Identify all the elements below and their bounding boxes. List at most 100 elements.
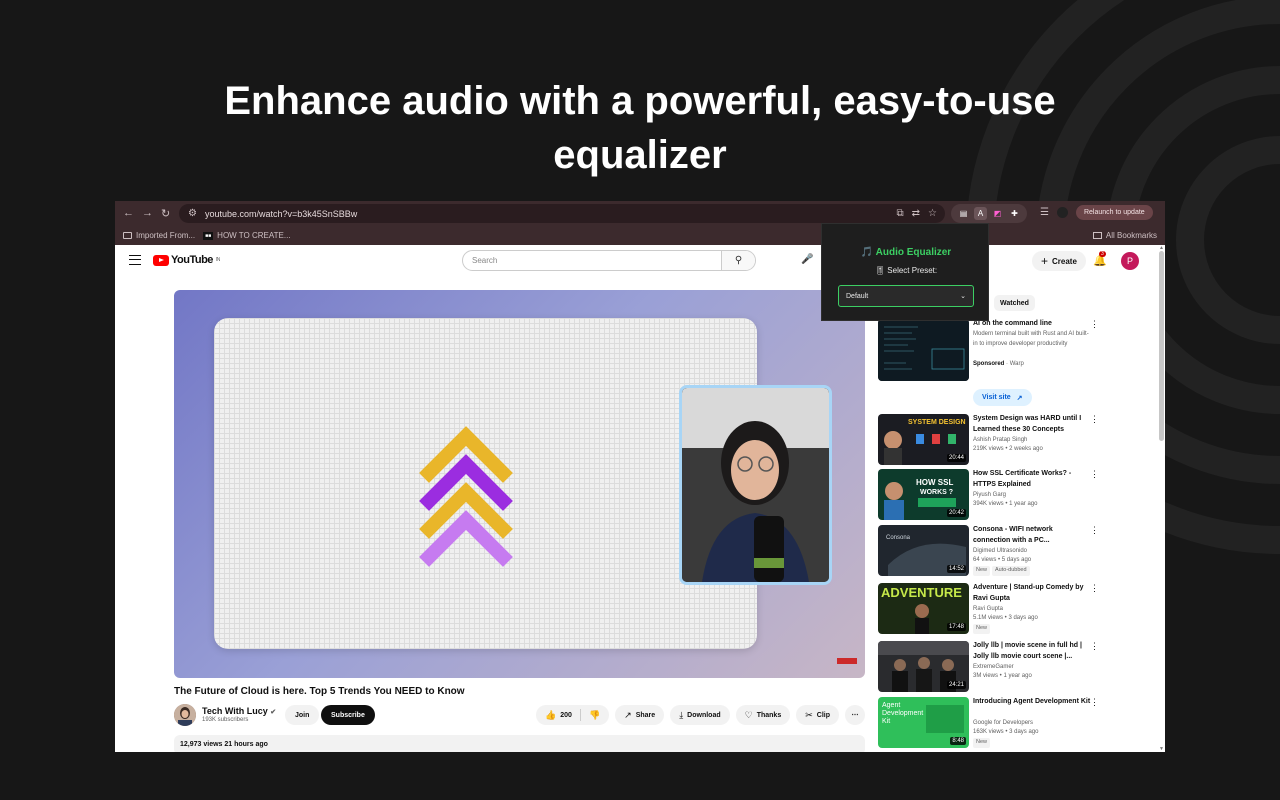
subscribe-watermark[interactable] <box>837 658 857 664</box>
svg-text:HOW SSL: HOW SSL <box>916 478 953 487</box>
reload-icon[interactable]: ↻ <box>161 207 170 220</box>
create-button[interactable]: + Create <box>1032 251 1086 271</box>
site-settings-icon[interactable]: ⚙ <box>188 208 197 219</box>
thumbnail[interactable]: SYSTEM DESIGN 20:44 <box>878 414 969 465</box>
kebab-menu-icon[interactable]: ⋮ <box>1161 207 1165 218</box>
puzzle-icon[interactable]: ✚ <box>1008 207 1021 220</box>
bookmark-item[interactable]: Imported From... <box>123 231 195 240</box>
more-options-icon[interactable]: ⋮ <box>1090 319 1099 330</box>
auto-dubbed-tag: Auto-dubbed <box>992 566 1030 576</box>
rec-title[interactable]: How SSL Certificate Works? - HTTPS Expla… <box>973 469 1091 490</box>
svg-text:Kit: Kit <box>882 718 890 725</box>
subscriber-count: 193K subscribers <box>202 717 249 723</box>
all-bookmarks[interactable]: All Bookmarks <box>1092 231 1157 240</box>
svg-text:SYSTEM DESIGN: SYSTEM DESIGN <box>908 419 966 426</box>
duration-badge: 14:52 <box>946 565 966 573</box>
more-options-icon[interactable]: ⋮ <box>1090 525 1099 536</box>
bookmark-star-icon[interactable]: ☆ <box>928 208 937 219</box>
page-scrollbar[interactable] <box>1159 251 1164 441</box>
scroll-down-arrow-icon[interactable]: ▼ <box>1159 746 1164 752</box>
preset-select[interactable]: Default ⌄ <box>838 285 974 307</box>
more-options-icon[interactable]: ⋮ <box>1090 469 1099 480</box>
rec-title[interactable]: Adventure | Stand-up Comedy by Ravi Gupt… <box>973 583 1091 604</box>
recommendation-item[interactable]: ADVENTURE 17:48 Adventure | Stand-up Com… <box>878 583 1099 635</box>
recommendation-item[interactable]: Agent Development Kit 8:48 Introducing Age… <box>878 697 1099 749</box>
verified-icon: ✔ <box>270 709 277 716</box>
video-slide-board <box>214 318 757 649</box>
description-box[interactable]: 12,973 views 21 hours ago <box>174 735 865 752</box>
profile-icon[interactable] <box>1056 207 1068 218</box>
clip-button[interactable]: ✂ Clip <box>796 705 839 725</box>
recommendation-item[interactable]: Consona 14:52 Consona - WIFI network con… <box>878 525 1099 577</box>
rec-title[interactable]: Introducing Agent Development Kit <box>973 697 1091 708</box>
channel-name[interactable]: Tech With Lucy ✔ <box>202 706 276 716</box>
notification-badge: 3 <box>1099 251 1106 257</box>
rec-title[interactable]: AI on the command line <box>973 319 1091 330</box>
back-icon[interactable]: ← <box>123 207 134 220</box>
bookmark-label: Imported From... <box>136 231 196 240</box>
cast-icon[interactable]: ⧉ <box>897 208 904 219</box>
join-button[interactable]: Join <box>285 705 320 725</box>
more-options-icon[interactable]: ⋮ <box>1090 697 1099 708</box>
search-input[interactable]: Search <box>463 256 721 265</box>
svg-text:WORKS ?: WORKS ? <box>920 489 953 496</box>
recommendation-item[interactable]: 24:21 Jolly llb | movie scene in full hd… <box>878 641 1099 693</box>
thumbs-down-icon[interactable]: 👎 <box>589 710 600 721</box>
forward-icon[interactable]: → <box>142 207 153 220</box>
rec-stats: 3M views • 1 year ago <box>973 673 1032 679</box>
rec-title[interactable]: Consona - WIFI network connection with a… <box>973 525 1091 546</box>
hamburger-menu-icon[interactable] <box>129 255 141 265</box>
thumbnail[interactable] <box>878 319 969 381</box>
recommendation-item[interactable]: SYSTEM DESIGN 20:44 System Design was HA… <box>878 414 1099 466</box>
scissors-icon: ✂ <box>805 709 813 720</box>
more-options-icon[interactable]: ⋮ <box>1090 414 1099 425</box>
translate-icon[interactable]: ⇄ <box>912 208 920 219</box>
channel-avatar[interactable] <box>174 704 196 726</box>
plus-icon: + <box>1041 254 1049 268</box>
notifications-bell-icon[interactable]: 🔔 3 <box>1093 251 1107 267</box>
search-box[interactable]: Search ⚲ <box>462 250 756 271</box>
search-icon: ⚲ <box>734 255 743 266</box>
account-avatar[interactable]: P <box>1121 252 1139 270</box>
headline-line-1: Enhance audio with a powerful, easy-to-u… <box>224 79 1056 123</box>
video-player[interactable] <box>174 290 865 678</box>
more-options-icon[interactable]: ⋮ <box>1090 641 1099 652</box>
thumbnail[interactable]: HOW SSL WORKS ? 20:42 <box>878 469 969 520</box>
sponsored-label: Sponsored <box>973 361 1005 367</box>
watched-chip[interactable]: Watched <box>994 295 1035 311</box>
sponsored-item[interactable]: AI on the command line Modern terminal b… <box>878 319 1099 414</box>
search-button[interactable]: ⚲ <box>721 251 755 270</box>
duration-badge: 17:48 <box>946 623 966 631</box>
tab-search-icon[interactable]: ☰ <box>1040 207 1049 218</box>
rec-title[interactable]: Jolly llb | movie scene in full hd | Jol… <box>973 641 1091 662</box>
like-dislike-button[interactable]: 👍 200 👎 <box>536 705 610 725</box>
thumbnail[interactable]: 24:21 <box>878 641 969 692</box>
equalizer-extension-icon[interactable]: A <box>974 207 987 220</box>
rec-title[interactable]: System Design was HARD until I Learned t… <box>973 414 1091 435</box>
youtube-logo[interactable]: YouTube IN <box>153 254 220 266</box>
browser-toolbar: ← → ↻ ⚙ youtube.com/watch?v=b3k45SnSBBw … <box>115 201 1165 226</box>
address-bar[interactable]: ⚙ youtube.com/watch?v=b3k45SnSBBw ⧉ ⇄ ☆ <box>179 204 945 223</box>
visit-site-button[interactable]: Visit site ↗ <box>973 389 1032 406</box>
microphone-icon[interactable]: 🎤 <box>801 254 813 265</box>
extension-icon[interactable]: ▤ <box>957 207 970 220</box>
duration-badge: 24:21 <box>946 681 966 689</box>
extension-icon[interactable]: ◩ <box>991 207 1004 220</box>
svg-text:ADVENTURE: ADVENTURE <box>881 585 962 600</box>
download-button[interactable]: ⤓ Download <box>670 705 730 725</box>
thumbnail[interactable]: Consona 14:52 <box>878 525 969 576</box>
more-options-icon[interactable]: ⋮ <box>1090 583 1099 594</box>
duration-badge: 20:44 <box>946 454 966 462</box>
thumbnail[interactable]: ADVENTURE 17:48 <box>878 583 969 634</box>
url-text[interactable]: youtube.com/watch?v=b3k45SnSBBw <box>205 209 357 219</box>
thumbs-up-icon[interactable]: 👍 <box>545 710 556 721</box>
thumbnail[interactable]: Agent Development Kit 8:48 <box>878 697 969 748</box>
more-actions-button[interactable]: ⋯ <box>845 705 865 725</box>
thanks-button[interactable]: ♡ Thanks <box>735 705 791 725</box>
bookmark-item[interactable]: ■■ HOW TO CREATE... <box>203 231 291 240</box>
subscribe-button[interactable]: Subscribe <box>321 705 375 725</box>
recommendation-item[interactable]: HOW SSL WORKS ? 20:42 How SSL Certificate… <box>878 469 1099 521</box>
share-button[interactable]: ↗ Share <box>615 705 665 725</box>
relaunch-button[interactable]: Relaunch to update <box>1075 205 1153 220</box>
preset-value: Default <box>846 292 869 300</box>
